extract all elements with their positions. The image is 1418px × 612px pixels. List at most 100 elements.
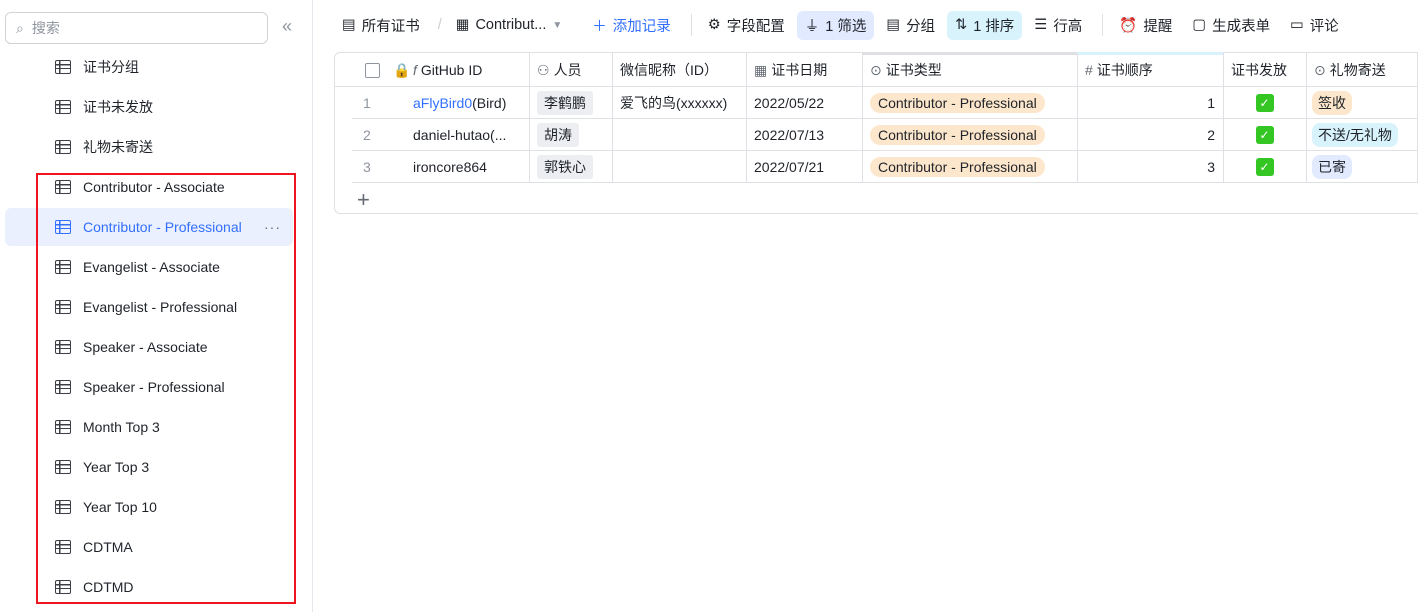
person-cell[interactable]: 李鹤鹏 [529,87,593,119]
table-icon [55,300,71,314]
divider [612,53,613,183]
gift-cell[interactable]: 不送/无礼物 [1306,119,1398,151]
person-cell[interactable]: 胡涛 [529,119,579,151]
divider [862,53,863,183]
table-icon [55,460,71,474]
issued-checkbox[interactable]: ✓ [1223,151,1306,183]
column-header-order[interactable]: # 证书顺序 [1077,53,1153,87]
column-header-type[interactable]: ⊙ 证书类型 [862,53,942,87]
collapse-sidebar-icon[interactable]: « [282,16,292,37]
caret-down-icon: ▼ [552,19,563,31]
generate-form-button[interactable]: ▢ 生成表单 [1184,11,1278,40]
type-cell[interactable]: Contributor - Professional [862,87,1045,119]
sort-button[interactable]: ⇅ 1 排序 [947,10,1023,40]
all-tables-button[interactable]: ▤ 所有证书 [334,11,428,40]
divider [1223,53,1224,183]
date-cell[interactable]: 2022/07/13 [746,119,824,151]
person-cell[interactable]: 郭铁心 [529,151,593,183]
divider [1306,53,1307,183]
table-icon [55,380,71,394]
check-icon: ✓ [1255,126,1274,144]
type-cell[interactable]: Contributor - Professional [862,119,1045,151]
divider [335,86,1418,87]
comment-icon: ▭ [1290,17,1304,33]
add-row-button[interactable]: + [357,187,370,213]
row-number: 1 [363,95,371,111]
view-selector[interactable]: ▦ Contribut... ▼ [448,13,571,37]
issued-checkbox[interactable]: ✓ [1223,119,1306,151]
row-height-icon: ☰ [1034,17,1048,33]
date-cell[interactable]: 2022/05/22 [746,87,824,119]
table-row[interactable]: 3 ironcore864 郭铁心 2022/07/21 Contributor… [335,151,1418,183]
order-cell[interactable]: 3 [1077,151,1223,183]
github-link[interactable]: aFlyBird0 [413,95,472,111]
gear-icon: ⚙ [707,17,721,33]
sidebar-item[interactable]: CDTMD [5,568,293,606]
table-icon [55,100,71,114]
column-header-issued[interactable]: 证书发放 [1223,53,1287,87]
github-id-cell[interactable]: ironcore864 [405,151,529,183]
wechat-cell[interactable] [612,151,620,183]
sidebar-item[interactable]: Speaker - Professional [5,368,293,406]
order-cell[interactable]: 2 [1077,119,1223,151]
sidebar-item[interactable]: Contributor - Associate [5,168,293,206]
divider [1102,14,1104,36]
date-cell[interactable]: 2022/07/21 [746,151,824,183]
table-row[interactable]: 1 aFlyBird0 (Bird) 李鹤鹏 爱飞的鸟(xxxxxx) 2022/… [335,87,1418,119]
filter-button[interactable]: ⏚ 1 筛选 [796,10,875,40]
more-icon[interactable]: ··· [264,219,281,235]
github-id-cell[interactable]: aFlyBird0 (Bird) [405,87,529,119]
search-input[interactable]: ⌕ 搜索 [5,12,268,44]
wechat-cell[interactable] [612,119,620,151]
select-all-checkbox[interactable] [357,53,380,87]
sidebar-item[interactable]: 证书未发放 [5,88,293,126]
table-row[interactable]: 2 daniel-hutao(... 胡涛 2022/07/13 Contrib… [335,119,1418,151]
sidebar-item[interactable]: Contributor - Professional ··· [5,208,293,246]
column-header-person[interactable]: ⚇ 人员 [529,53,582,87]
row-height-button[interactable]: ☰ 行高 [1026,11,1090,40]
gift-cell[interactable]: 签收 [1306,87,1352,119]
order-cell[interactable]: 1 [1077,87,1223,119]
wechat-cell[interactable]: 爱飞的鸟(xxxxxx) [612,87,727,119]
github-id-cell[interactable]: daniel-hutao(... [405,119,529,151]
search-icon: ⌕ [16,19,24,36]
remind-button[interactable]: ⏰ 提醒 [1111,11,1180,40]
header-row: 🔒 f GitHub ID ⚇ 人员 微信昵称（ID） ▦ 证书日期 ⊙ 证书类型 # 证… [335,53,1418,87]
sidebar-item[interactable]: Year Top 10 [5,488,293,526]
table-icon: ▦ [455,17,470,33]
column-header-wechat[interactable]: 微信昵称（ID） [612,53,718,87]
sidebar: ⌕ 搜索 « 证书分组 证书未发放 礼物未寄送 Contributor - Assoc… [0,0,313,612]
divider [746,53,747,183]
column-header-github[interactable]: f GitHub ID [405,53,482,87]
column-header-date[interactable]: ▦ 证书日期 [746,53,827,87]
type-cell[interactable]: Contributor - Professional [862,151,1045,183]
sidebar-item[interactable]: Speaker - Associate [5,328,293,366]
sidebar-item[interactable]: CDTMA [5,528,293,566]
comment-button[interactable]: ▭ 评论 [1282,11,1347,40]
sidebar-item[interactable]: Year Top 3 [5,448,293,486]
sidebar-item[interactable]: Evangelist - Associate [5,248,293,286]
table-icon [55,140,71,154]
field-config-button[interactable]: ⚙ 字段配置 [700,11,793,40]
table-icon [55,420,71,434]
number-icon: # [1085,62,1093,78]
issued-checkbox[interactable]: ✓ [1223,87,1306,119]
group-button[interactable]: ▤ 分组 [878,11,943,40]
sidebar-item[interactable]: Evangelist - Professional [5,288,293,326]
table-icon [55,260,71,274]
sidebar-item[interactable]: 礼物未寄送 [5,128,293,166]
gift-tag: 不送/无礼物 [1312,123,1398,147]
single-select-icon: ⊙ [1314,61,1326,78]
group-icon: ▤ [886,17,901,33]
table-icon [55,340,71,354]
column-header-gift[interactable]: ⊙ 礼物寄送 [1306,53,1386,87]
add-record-button[interactable]: ＋添加记录 [584,11,679,40]
divider [529,53,530,183]
table-icon [55,540,71,554]
sidebar-item[interactable]: Month Top 3 [5,408,293,446]
gift-tag: 已寄 [1312,155,1352,179]
sidebar-item[interactable]: 证书分组 [5,48,293,86]
table-icon [55,180,71,194]
gift-cell[interactable]: 已寄 [1306,151,1352,183]
type-tag: Contributor - Professional [870,93,1045,113]
